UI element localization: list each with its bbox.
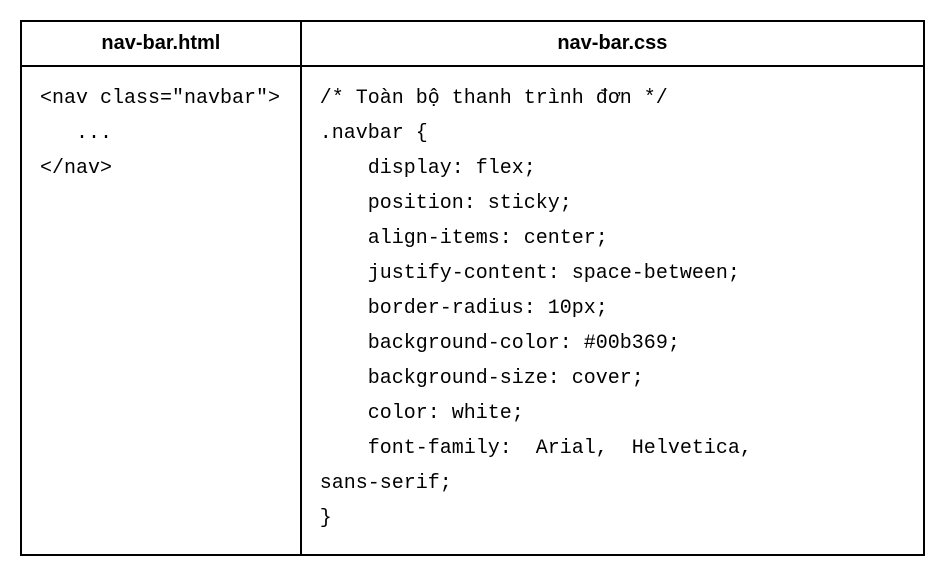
header-html-file: nav-bar.html xyxy=(21,21,301,66)
table-header-row: nav-bar.html nav-bar.css xyxy=(21,21,924,66)
header-css-file: nav-bar.css xyxy=(301,21,924,66)
cell-css-code: /* Toàn bộ thanh trình đơn */ .navbar { … xyxy=(301,66,924,555)
code-comparison-table: nav-bar.html nav-bar.css <nav class="nav… xyxy=(20,20,925,556)
table-row: <nav class="navbar"> ... </nav> /* Toàn … xyxy=(21,66,924,555)
cell-html-code: <nav class="navbar"> ... </nav> xyxy=(21,66,301,555)
